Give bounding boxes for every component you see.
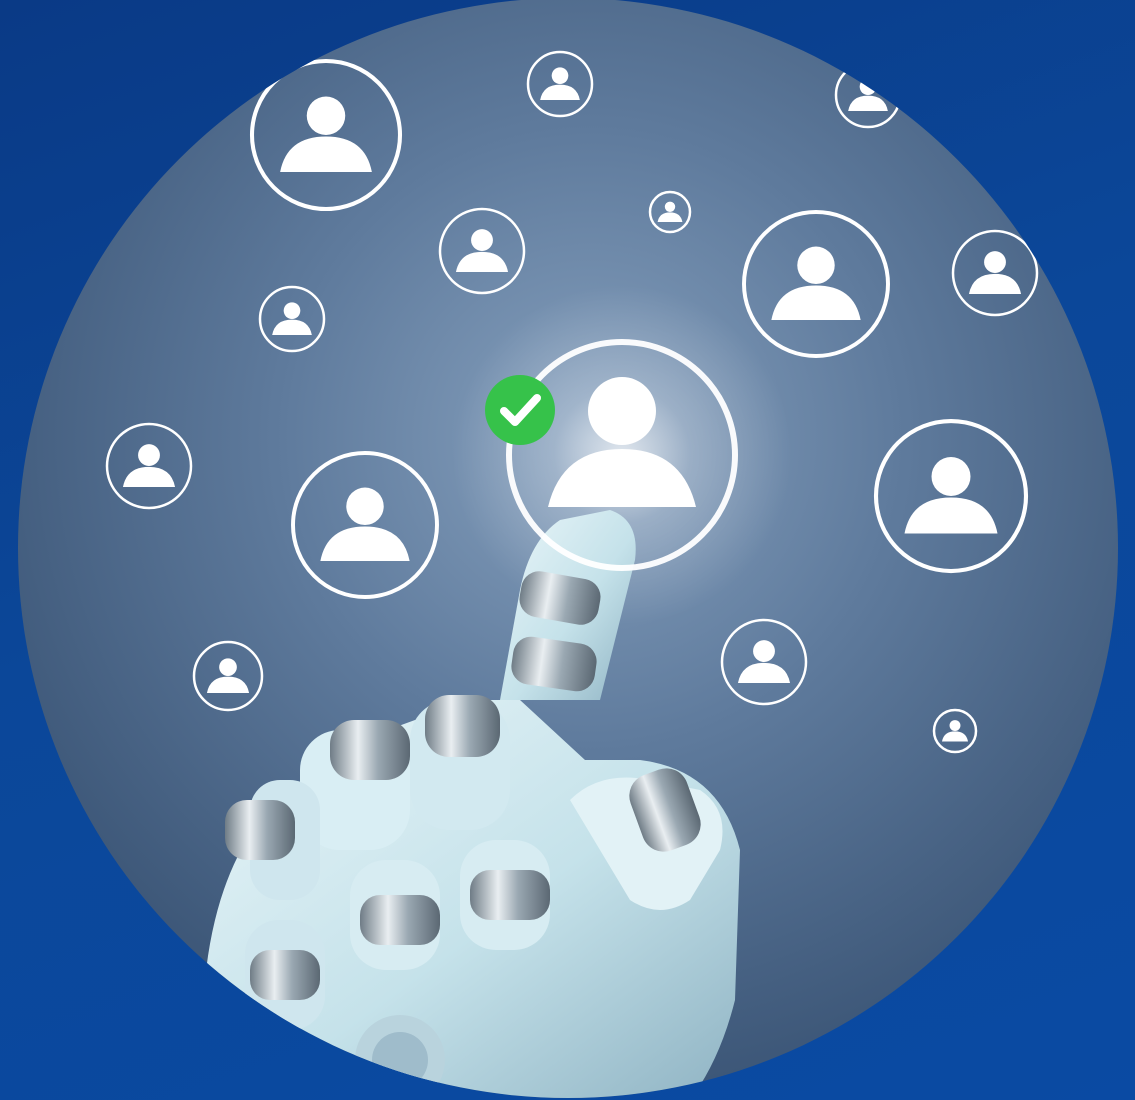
checkmark-icon bbox=[485, 375, 555, 445]
illustration bbox=[18, 0, 1118, 1098]
